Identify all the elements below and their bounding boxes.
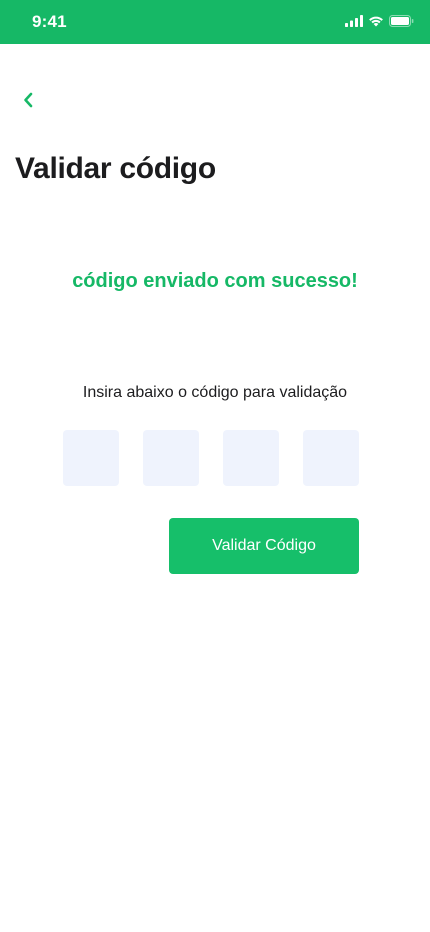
validate-code-button[interactable]: Validar Código [169,518,359,574]
status-bar: 9:41 [0,0,430,44]
status-icons [345,15,414,27]
wifi-icon [368,15,384,27]
code-digit-2-input[interactable] [143,430,199,486]
cellular-signal-icon [345,15,363,27]
page-title: Validar código [15,152,216,185]
code-input-group [63,430,359,486]
code-digit-1-input[interactable] [63,430,119,486]
code-digit-4-input[interactable] [303,430,359,486]
code-digit-3-input[interactable] [223,430,279,486]
instruction-text: Insira abaixo o código para validação [82,384,348,401]
battery-icon [389,15,414,27]
success-message: código enviado com sucesso! [72,270,358,292]
chevron-left-icon [22,91,34,114]
back-button[interactable] [14,88,42,116]
status-time: 9:41 [32,12,67,31]
